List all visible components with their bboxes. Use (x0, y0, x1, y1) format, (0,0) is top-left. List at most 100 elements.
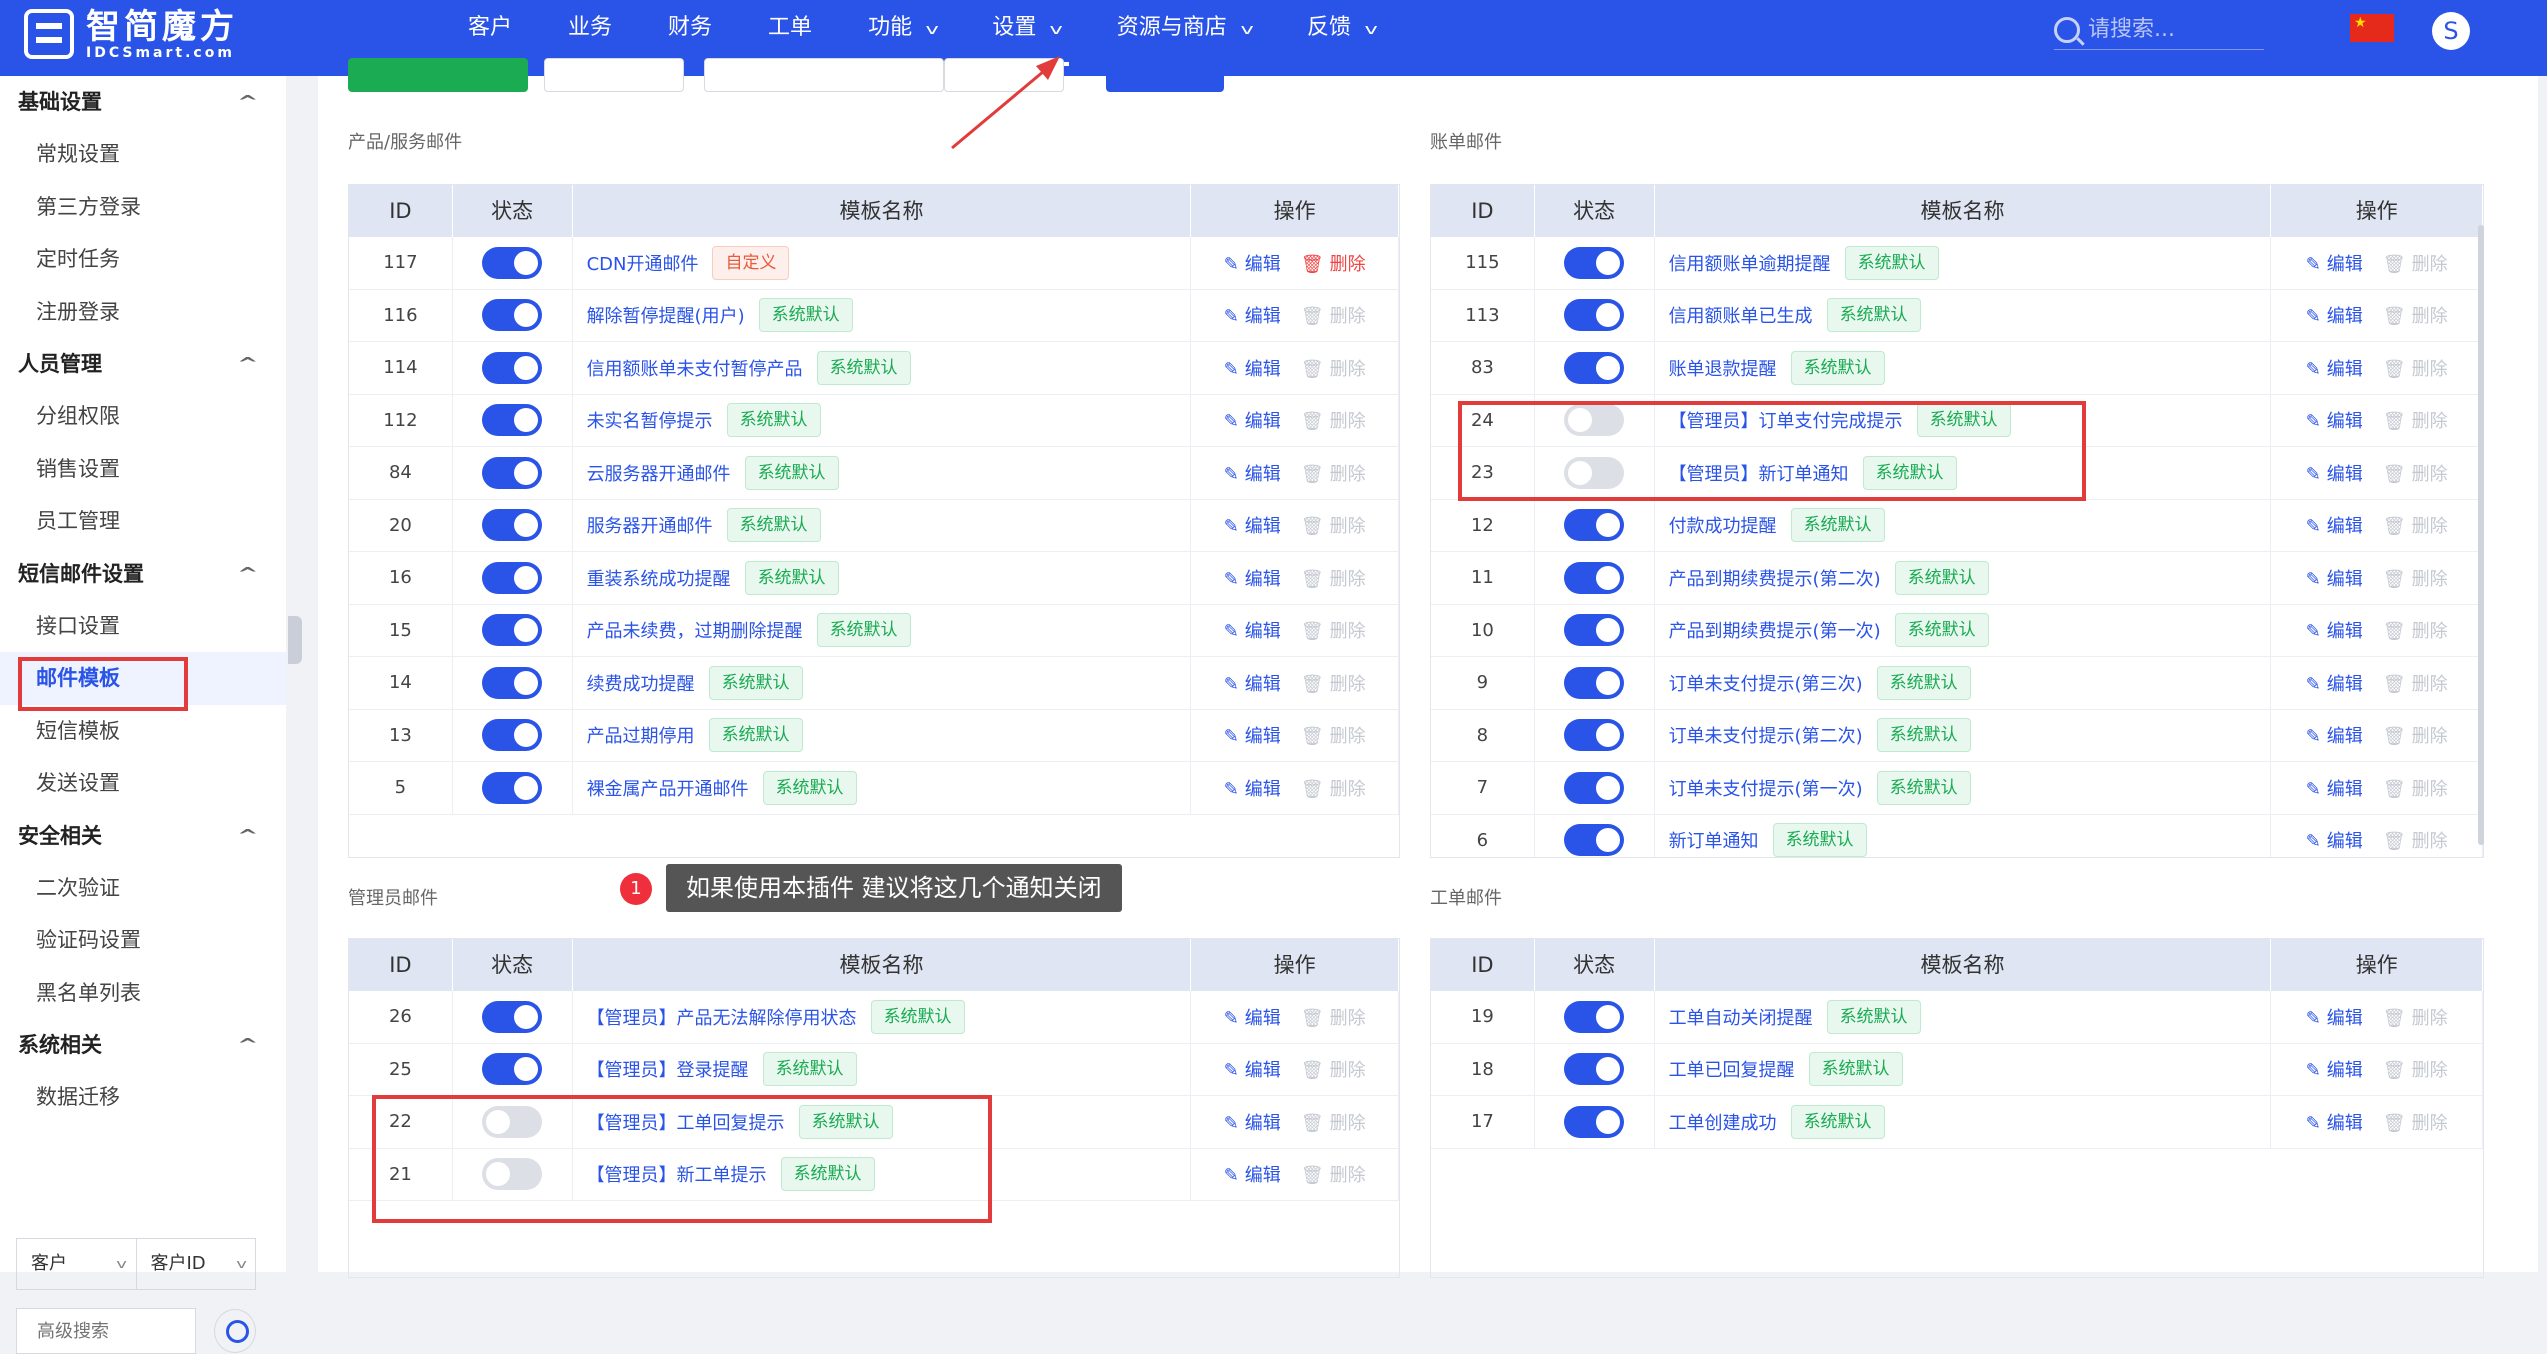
status-toggle[interactable] (1564, 824, 1625, 857)
sidebar-item[interactable]: 数据迁移 (0, 1071, 286, 1124)
template-name-link[interactable]: 续费成功提醒 (587, 670, 695, 696)
template-name-link[interactable]: 【管理员】产品无法解除停用状态 (587, 1004, 857, 1030)
delete-button[interactable]: 🗑 删除 (1301, 1004, 1366, 1030)
delete-button[interactable]: 🗑 删除 (2383, 407, 2448, 433)
delete-button[interactable]: 🗑 删除 (2383, 722, 2448, 748)
edit-button[interactable]: ✎ 编辑 (1224, 1056, 1281, 1082)
sidebar-group[interactable]: 人员管理 ^ (0, 338, 286, 390)
toolbar-search-button[interactable] (1106, 58, 1224, 92)
edit-button[interactable]: ✎ 编辑 (2306, 565, 2363, 591)
sidebar-group[interactable]: 短信邮件设置 ^ (0, 548, 286, 600)
template-name-link[interactable]: 产品到期续费提示(第二次) (1669, 565, 1881, 591)
toolbar-input[interactable] (704, 58, 944, 92)
template-name-link[interactable]: 裸金属产品开通邮件 (587, 775, 749, 801)
sidebar-item[interactable]: 发送设置 (0, 757, 286, 810)
delete-button[interactable]: 🗑 删除 (2383, 565, 2448, 591)
status-toggle[interactable] (482, 404, 543, 437)
edit-button[interactable]: ✎ 编辑 (1224, 565, 1281, 591)
template-name-link[interactable]: 服务器开通邮件 (587, 512, 713, 538)
status-toggle[interactable] (482, 666, 543, 699)
template-name-link[interactable]: 工单创建成功 (1669, 1109, 1777, 1135)
status-toggle[interactable] (1564, 719, 1625, 752)
delete-button[interactable]: 🗑 删除 (2383, 775, 2448, 801)
delete-button[interactable]: 🗑 删除 (2383, 617, 2448, 643)
delete-button[interactable]: 🗑 删除 (1301, 460, 1366, 486)
delete-button[interactable]: 🗑 删除 (2383, 355, 2448, 381)
search-field-select[interactable]: 客户ID v (135, 1239, 256, 1289)
template-name-link[interactable]: 工单自动关闭提醒 (1669, 1004, 1813, 1030)
template-name-link[interactable]: 账单退款提醒 (1669, 355, 1777, 381)
edit-button[interactable]: ✎ 编辑 (2306, 670, 2363, 696)
edit-button[interactable]: ✎ 编辑 (1224, 775, 1281, 801)
template-name-link[interactable]: 信用额账单未支付暂停产品 (587, 355, 803, 381)
template-name-link[interactable]: 解除暂停提醒(用户) (587, 302, 745, 328)
delete-button[interactable]: 🗑 删除 (1301, 355, 1366, 381)
status-toggle[interactable] (1564, 561, 1625, 594)
template-name-link[interactable]: 付款成功提醒 (1669, 512, 1777, 538)
nav-item-7[interactable]: 反馈 v (1279, 0, 1403, 76)
status-toggle[interactable] (1564, 351, 1625, 384)
sidebar-item[interactable]: 验证码设置 (0, 914, 286, 967)
global-search[interactable] (2054, 10, 2264, 50)
edit-button[interactable]: ✎ 编辑 (1224, 250, 1281, 276)
status-toggle[interactable] (482, 299, 543, 332)
template-name-link[interactable]: 产品到期续费提示(第一次) (1669, 617, 1881, 643)
sidebar-item[interactable]: 注册登录 (0, 286, 286, 339)
brand-logo[interactable]: 智简魔方 IDCSmart.com (24, 8, 238, 60)
status-toggle[interactable] (1564, 666, 1625, 699)
status-toggle[interactable] (482, 456, 543, 489)
status-toggle[interactable] (482, 351, 543, 384)
status-toggle[interactable] (1564, 246, 1625, 279)
delete-button[interactable]: 🗑 删除 (1301, 1161, 1366, 1187)
sidebar-item[interactable]: 员工管理 (0, 495, 286, 548)
search-input[interactable] (2088, 17, 2248, 42)
delete-button[interactable]: 🗑 删除 (1301, 407, 1366, 433)
edit-button[interactable]: ✎ 编辑 (1224, 670, 1281, 696)
language-flag-icon[interactable] (2350, 14, 2394, 42)
template-name-link[interactable]: 信用额账单已生成 (1669, 302, 1813, 328)
template-name-link[interactable]: 工单已回复提醒 (1669, 1056, 1795, 1082)
delete-button[interactable]: 🗑 删除 (2383, 670, 2448, 696)
delete-button[interactable]: 🗑 删除 (1301, 670, 1366, 696)
edit-button[interactable]: ✎ 编辑 (2306, 407, 2363, 433)
toolbar-button[interactable] (544, 58, 684, 92)
edit-button[interactable]: ✎ 编辑 (2306, 355, 2363, 381)
edit-button[interactable]: ✎ 编辑 (2306, 460, 2363, 486)
status-toggle[interactable] (1564, 1105, 1625, 1138)
edit-button[interactable]: ✎ 编辑 (2306, 775, 2363, 801)
delete-button[interactable]: 🗑 删除 (1301, 512, 1366, 538)
delete-button[interactable]: 🗑 删除 (1301, 565, 1366, 591)
edit-button[interactable]: ✎ 编辑 (1224, 460, 1281, 486)
sidebar-item[interactable]: 二次验证 (0, 862, 286, 915)
edit-button[interactable]: ✎ 编辑 (1224, 407, 1281, 433)
delete-button[interactable]: 🗑 删除 (2383, 1056, 2448, 1082)
edit-button[interactable]: ✎ 编辑 (2306, 302, 2363, 328)
status-toggle[interactable] (1564, 1053, 1625, 1086)
delete-button[interactable]: 🗑 删除 (1301, 775, 1366, 801)
search-type-select[interactable]: 客户 v (17, 1239, 136, 1289)
delete-button[interactable]: 🗑 删除 (2383, 512, 2448, 538)
sidebar-item[interactable]: 定时任务 (0, 233, 286, 286)
delete-button[interactable]: 🗑 删除 (1301, 250, 1366, 276)
delete-button[interactable]: 🗑 删除 (2383, 827, 2448, 853)
status-toggle[interactable] (1564, 299, 1625, 332)
edit-button[interactable]: ✎ 编辑 (1224, 1004, 1281, 1030)
delete-button[interactable]: 🗑 删除 (2383, 1004, 2448, 1030)
search-button-icon[interactable] (214, 1309, 256, 1353)
edit-button[interactable]: ✎ 编辑 (2306, 1004, 2363, 1030)
edit-button[interactable]: ✎ 编辑 (2306, 1109, 2363, 1135)
status-toggle[interactable] (482, 614, 543, 647)
delete-button[interactable]: 🗑 删除 (2383, 1109, 2448, 1135)
status-toggle[interactable] (482, 1053, 543, 1086)
sidebar-item[interactable]: 常规设置 (0, 128, 286, 181)
delete-button[interactable]: 🗑 删除 (1301, 1109, 1366, 1135)
template-name-link[interactable]: 云服务器开通邮件 (587, 460, 731, 486)
edit-button[interactable]: ✎ 编辑 (1224, 355, 1281, 381)
template-name-link[interactable]: 信用额账单逾期提醒 (1669, 250, 1831, 276)
edit-button[interactable]: ✎ 编辑 (1224, 1109, 1281, 1135)
edit-button[interactable]: ✎ 编辑 (1224, 512, 1281, 538)
status-toggle[interactable] (482, 509, 543, 542)
edit-button[interactable]: ✎ 编辑 (1224, 302, 1281, 328)
edit-button[interactable]: ✎ 编辑 (1224, 722, 1281, 748)
status-toggle[interactable] (1564, 1000, 1625, 1033)
